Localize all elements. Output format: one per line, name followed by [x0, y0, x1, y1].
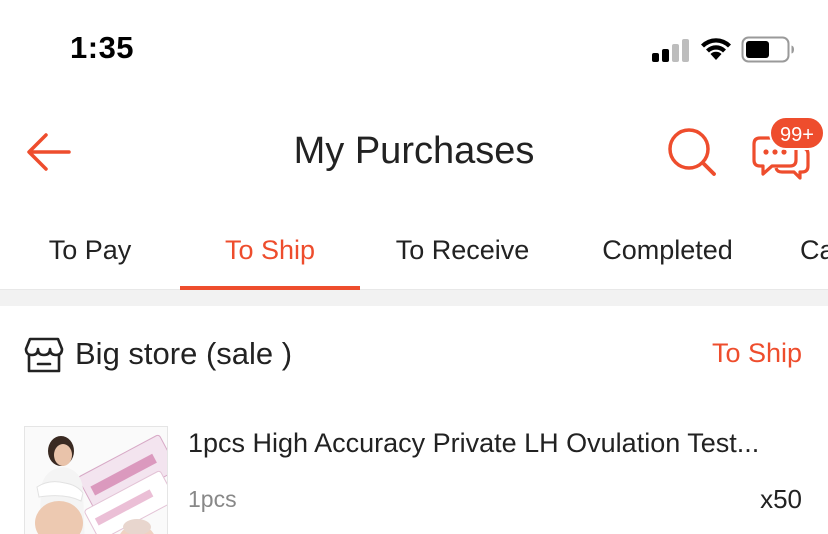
tab-cancelled[interactable]: Ca [800, 210, 828, 290]
product-variant: 1pcs [188, 486, 237, 512]
order-status-label: To Ship [711, 338, 802, 368]
tab-to-pay[interactable]: To Pay [30, 210, 150, 290]
store-header[interactable]: Big store (sale ) To Ship [0, 306, 828, 406]
product-thumbnail [25, 427, 167, 534]
battery-icon [741, 36, 794, 63]
store-icon [24, 337, 64, 373]
status-time: 1:35 [70, 30, 135, 65]
product-title[interactable]: 1pcs High Accuracy Private LH Ovulation … [188, 428, 803, 459]
tab-completed[interactable]: Completed [590, 210, 745, 290]
order-item[interactable]: 1pcs High Accuracy Private LH Ovulation … [0, 406, 828, 534]
order-status-tabs: To Pay To Ship To Receive Completed Ca [0, 210, 828, 290]
chat-notification-badge: 99+ [769, 116, 825, 150]
status-bar: 1:35 [0, 0, 828, 100]
tab-to-receive[interactable]: To Receive [380, 210, 545, 290]
product-quantity: x50 [760, 484, 802, 514]
wifi-icon [701, 38, 731, 60]
top-navigation-bar: My Purchases [0, 100, 828, 205]
search-icon[interactable] [664, 124, 720, 180]
section-divider [0, 290, 828, 306]
cellular-signal-icon [652, 38, 690, 62]
product-image[interactable] [24, 426, 168, 534]
store-name[interactable]: Big store (sale ) [75, 336, 292, 372]
tab-to-ship[interactable]: To Ship [180, 210, 360, 290]
